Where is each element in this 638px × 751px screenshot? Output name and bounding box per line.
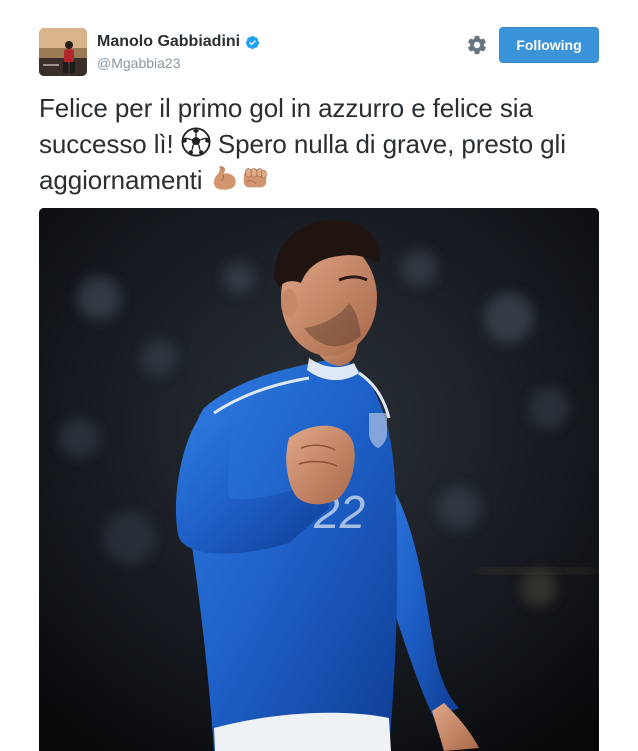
- verified-badge-icon: [245, 35, 260, 50]
- soccer-ball-icon: [181, 127, 211, 157]
- tweet-card: Manolo Gabbiadini @Mgabbia23 Following F…: [0, 0, 638, 751]
- avatar[interactable]: [39, 28, 87, 76]
- gear-icon[interactable]: [466, 34, 488, 56]
- user-handle[interactable]: @Mgabbia23: [97, 55, 181, 71]
- display-name[interactable]: Manolo Gabbiadini: [97, 33, 260, 51]
- display-name-text[interactable]: Manolo Gabbiadini: [97, 33, 240, 51]
- following-button[interactable]: Following: [499, 27, 599, 63]
- tweet-text: Felice per il primo gol in azzurro e fel…: [39, 90, 604, 198]
- tweet-photo[interactable]: 22: [39, 208, 599, 751]
- oncoming-fist-icon: [240, 163, 270, 193]
- flexed-biceps-icon: [210, 163, 240, 193]
